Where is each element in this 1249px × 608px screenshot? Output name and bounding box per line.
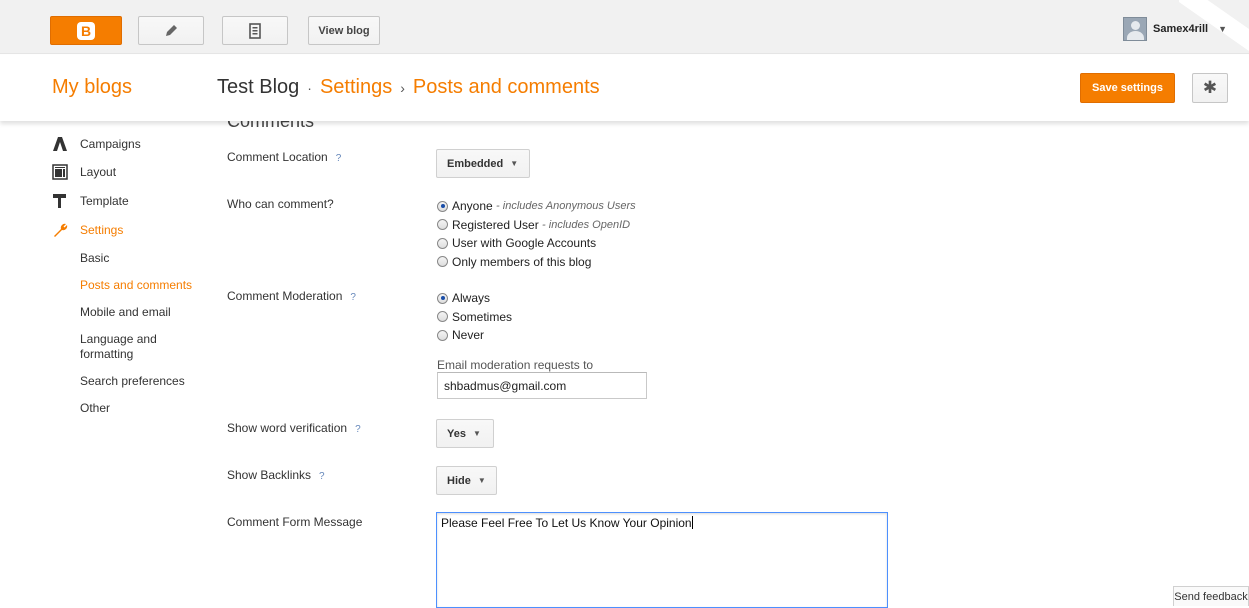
campaigns-icon xyxy=(52,136,68,152)
who-can-comment-group: Anyone - includes Anonymous Users Regist… xyxy=(437,197,636,271)
select-value: Yes xyxy=(447,427,466,440)
help-icon[interactable]: ? xyxy=(350,292,356,303)
chevron-down-icon: ▼ xyxy=(477,476,486,485)
radio-label: Only members of this blog xyxy=(452,254,592,269)
pencil-icon xyxy=(166,24,177,36)
new-post-button[interactable] xyxy=(138,16,204,45)
chevron-down-icon: ▼ xyxy=(1218,24,1227,34)
sidebar-item-campaigns[interactable]: Campaigns xyxy=(52,136,141,152)
comment-location-label: Comment Location? xyxy=(227,150,341,164)
radio-button[interactable] xyxy=(437,329,448,341)
comment-form-message-label: Comment Form Message xyxy=(227,515,363,529)
sidebar-subitem-search-preferences[interactable]: Search preferences xyxy=(80,374,185,389)
template-icon xyxy=(52,193,68,209)
breadcrumb-blog-name[interactable]: Test Blog xyxy=(217,76,299,98)
sidebar-item-settings[interactable]: Settings xyxy=(52,222,123,238)
layout-icon xyxy=(52,164,68,180)
email-moderation-field[interactable]: shbadmus@gmail.com xyxy=(437,372,647,399)
select-value: Embedded xyxy=(447,157,504,170)
textarea-value: Please Feel Free To Let Us Know Your Opi… xyxy=(441,516,692,530)
username: Samex4rill xyxy=(1153,23,1209,35)
radio-button[interactable] xyxy=(437,237,448,249)
field-label: Show word verification xyxy=(227,421,348,435)
radio-button[interactable] xyxy=(437,219,448,231)
sidebar-item-label: Settings xyxy=(80,223,124,237)
breadcrumb-separator: › xyxy=(400,80,405,96)
sidebar-item-layout[interactable]: Layout xyxy=(52,164,116,180)
chevron-down-icon: ▼ xyxy=(510,159,519,168)
backlinks-select[interactable]: Hide ▼ xyxy=(436,466,497,495)
sidebar-subitem-other[interactable]: Other xyxy=(80,401,110,416)
page-header: My blogs Test Blog · Settings › Posts and co… xyxy=(0,55,1249,121)
radio-button[interactable] xyxy=(437,311,448,323)
email-moderation-label: Email moderation requests to xyxy=(437,358,594,372)
backlinks-label: Show Backlinks? xyxy=(227,468,325,482)
sidebar-item-template[interactable]: Template xyxy=(52,193,129,209)
word-verification-select[interactable]: Yes ▼ xyxy=(436,419,494,448)
radio-button[interactable] xyxy=(437,292,448,304)
radio-members-only[interactable]: Only members of this blog xyxy=(437,253,636,272)
field-label: Comment Moderation xyxy=(227,289,343,303)
radio-note: - includes Anonymous Users xyxy=(496,200,636,213)
comment-moderation-label: Comment Moderation? xyxy=(227,289,356,303)
field-label: Comment Location xyxy=(227,150,328,164)
chevron-down-icon: ▼ xyxy=(472,429,481,438)
radio-label: Sometimes xyxy=(452,309,513,324)
radio-anyone[interactable]: Anyone - includes Anonymous Users xyxy=(437,197,636,216)
send-feedback-button[interactable]: Send feedback xyxy=(1173,586,1249,606)
page-title: Posts and comments xyxy=(412,76,600,98)
comment-form-message-textarea[interactable]: Please Feel Free To Let Us Know Your Opi… xyxy=(436,512,888,608)
account-menu[interactable]: Samex4rill ▼ xyxy=(1123,17,1227,41)
who-can-comment-label: Who can comment? xyxy=(227,197,334,211)
radio-label: User with Google Accounts xyxy=(452,236,597,251)
sidebar-subitem-language-and-formatting[interactable]: Language and formatting xyxy=(80,332,190,362)
word-verification-label: Show word verification? xyxy=(227,421,361,435)
select-value: Hide xyxy=(447,474,471,487)
save-settings-button[interactable]: Save settings xyxy=(1080,73,1175,103)
radio-sometimes[interactable]: Sometimes xyxy=(437,308,512,327)
radio-button[interactable] xyxy=(437,256,448,268)
radio-registered-user[interactable]: Registered User - includes OpenID xyxy=(437,216,636,235)
help-icon[interactable]: ? xyxy=(355,424,361,435)
text-cursor xyxy=(691,516,693,529)
radio-note: - includes OpenID xyxy=(542,218,631,231)
gear-icon: ✱ xyxy=(1202,78,1218,97)
sidebar-item-label: Layout xyxy=(80,165,117,179)
gear-button[interactable]: ✱ xyxy=(1192,73,1228,103)
comment-location-select[interactable]: Embedded ▼ xyxy=(436,149,530,178)
top-bar: B View blog Samex4rill ▼ xyxy=(0,0,1249,54)
blogger-home-button[interactable]: B xyxy=(50,16,122,45)
breadcrumb: Test Blog · Settings › Posts and comments xyxy=(217,76,600,99)
wrench-icon xyxy=(52,222,68,238)
sidebar-item-label: Campaigns xyxy=(80,137,141,151)
radio-always[interactable]: Always xyxy=(437,289,512,308)
breadcrumb-settings[interactable]: Settings xyxy=(320,76,392,98)
radio-button[interactable] xyxy=(437,200,448,212)
radio-label: Never xyxy=(452,328,485,343)
radio-label: Anyone xyxy=(452,199,493,214)
field-label: Show Backlinks xyxy=(227,468,312,482)
post-list-button[interactable] xyxy=(222,16,288,45)
comment-moderation-group: Always Sometimes Never xyxy=(437,289,512,345)
breadcrumb-separator: · xyxy=(307,80,312,96)
view-blog-button[interactable]: View blog xyxy=(308,16,380,45)
blogger-logo-icon: B xyxy=(77,21,95,40)
radio-label: Registered User xyxy=(452,217,539,232)
pages-icon xyxy=(249,22,261,39)
sidebar-subitem-posts-and-comments[interactable]: Posts and comments xyxy=(80,278,192,293)
radio-google-accounts[interactable]: User with Google Accounts xyxy=(437,234,636,253)
sidebar-subitem-basic[interactable]: Basic xyxy=(80,251,109,266)
sidebar-item-label: Template xyxy=(80,194,129,208)
my-blogs-link[interactable]: My blogs xyxy=(52,76,132,99)
help-icon[interactable]: ? xyxy=(336,153,342,164)
help-icon[interactable]: ? xyxy=(319,471,325,482)
sidebar-subitem-mobile-and-email[interactable]: Mobile and email xyxy=(80,305,171,320)
radio-never[interactable]: Never xyxy=(437,326,512,345)
avatar xyxy=(1123,17,1148,41)
email-value: shbadmus@gmail.com xyxy=(444,378,567,393)
radio-label: Always xyxy=(452,291,491,306)
